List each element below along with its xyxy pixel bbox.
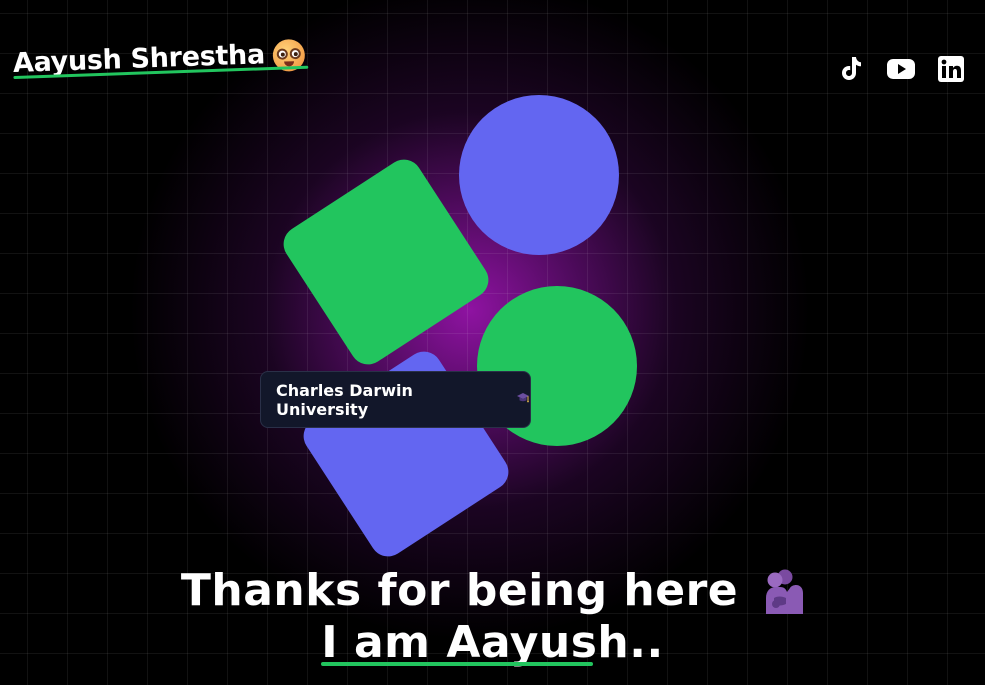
page: Aayush Shrestha Charles Darwin Universit… (0, 0, 985, 685)
hero-headline: Thanks for being here I am Aayush.. (0, 565, 985, 669)
blue-circle (459, 95, 619, 255)
youtube-icon[interactable] (887, 55, 915, 83)
badge-text: Charles Darwin University (276, 380, 413, 419)
graduation-cap-icon (516, 392, 530, 408)
headline-text-1: Thanks for being here (180, 565, 739, 616)
university-badge: Charles Darwin University (260, 371, 531, 428)
headline-line-2: I am Aayush.. (321, 617, 663, 669)
tiktok-icon[interactable] (837, 55, 865, 83)
people-hugging-icon (760, 568, 804, 614)
headline-underline (321, 662, 594, 666)
headline-text-2: I am Aayush.. (321, 617, 664, 668)
linkedin-icon[interactable] (937, 55, 965, 83)
social-links (837, 55, 965, 83)
headline-line-1: Thanks for being here (0, 565, 985, 617)
